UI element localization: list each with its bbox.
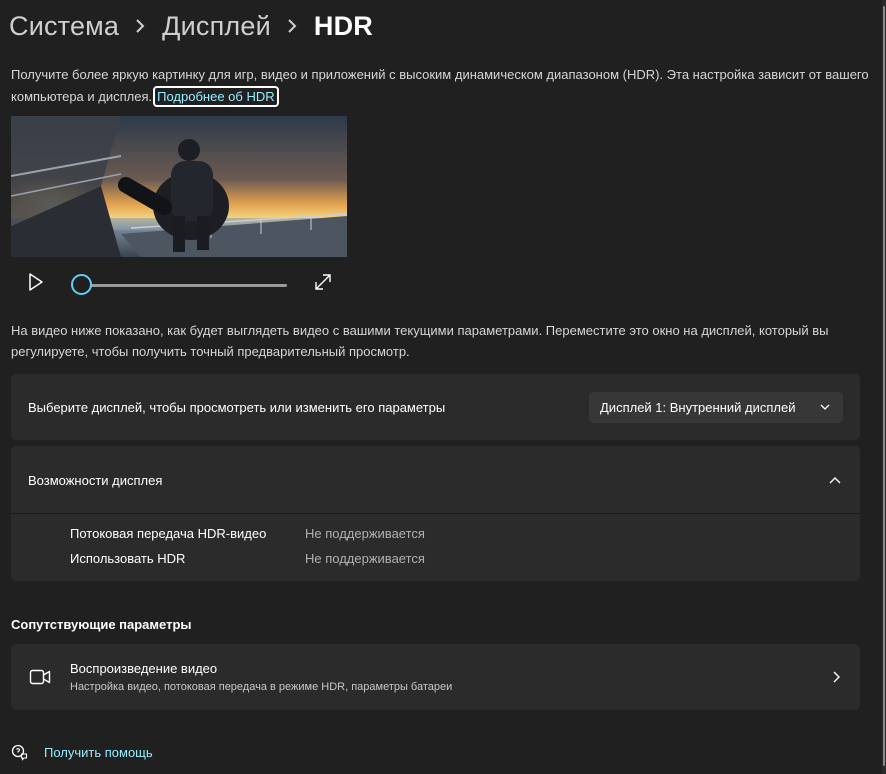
play-icon[interactable] [27,272,45,292]
get-help[interactable]: Получить помощь [11,744,153,761]
intro-description: Получите более яркую картинку для игр, в… [11,67,869,104]
display-select-label: Выберите дисплей, чтобы просмотреть или … [28,400,446,415]
capability-value: Не поддерживается [305,526,425,541]
video-seek-slider[interactable] [83,284,287,287]
display-dropdown[interactable]: Дисплей 1: Внутренний дисплей [589,392,843,423]
chevron-up-icon[interactable] [829,476,841,484]
video-playback-title: Воспроизведение видео [70,661,218,676]
learn-more-link-focus[interactable]: Подробнее об HDR [153,86,279,107]
chevron-down-icon [820,404,830,410]
chevron-right-icon [135,19,145,33]
display-capabilities-title: Возможности дисплея [28,473,163,488]
capability-name: Использовать HDR [70,551,186,566]
video-playback-link-card[interactable]: Воспроизведение видео Настройка видео, п… [11,644,860,710]
intro-text: Получите более яркую картинку для игр, в… [11,64,871,108]
capability-name: Потоковая передача HDR-видео [70,526,267,541]
hdr-video-preview [11,116,347,257]
display-capabilities-card: Возможности дисплея Потоковая передача H… [11,446,860,581]
breadcrumb: Система Дисплей HDR [9,6,373,46]
display-capabilities-header[interactable]: Возможности дисплея [11,446,860,514]
chevron-right-icon [287,19,297,33]
help-chat-icon [11,744,28,761]
page-title: HDR [313,10,373,41]
video-camera-icon [29,669,51,685]
scrollbar-thumb[interactable] [883,6,885,766]
expand-icon[interactable] [314,273,332,291]
display-dropdown-value: Дисплей 1: Внутренний дисплей [600,400,796,415]
learn-more-hdr-link[interactable]: Подробнее об HDR [157,89,274,104]
video-seek-thumb[interactable] [71,274,92,295]
related-settings-title: Сопутствующие параметры [11,617,192,632]
breadcrumb-item-system[interactable]: Система [9,11,119,42]
breadcrumb-item-display[interactable]: Дисплей [162,11,271,42]
display-select-card: Выберите дисплей, чтобы просмотреть или … [11,374,860,440]
video-player-controls [11,262,347,302]
video-playback-subtitle: Настройка видео, потоковая передача в ре… [70,681,453,693]
get-help-link[interactable]: Получить помощь [44,745,153,760]
capability-value: Не поддерживается [305,551,425,566]
chevron-right-icon [833,671,840,683]
preview-note: На видео ниже показано, как будет выгляд… [11,323,829,359]
video-frame-image [11,116,347,257]
